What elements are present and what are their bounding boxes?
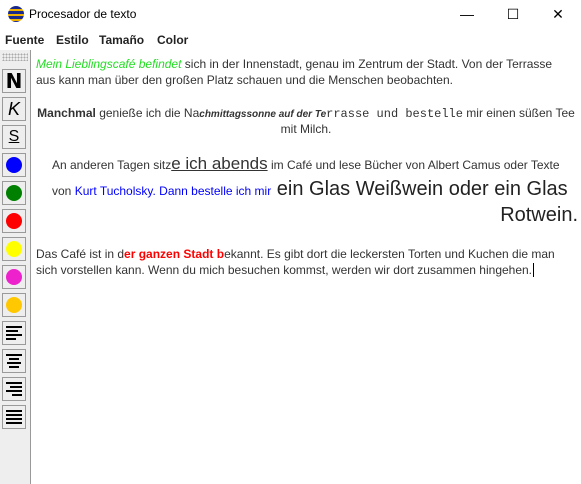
text-run: sich vorstellen kann. Wenn du mich besuc… — [36, 263, 533, 277]
yellow-circle-icon — [6, 241, 22, 257]
paragraph-3-line-2: von Kurt Tucholsky. Dann bestelle ich mi… — [52, 178, 568, 201]
menu-tamano[interactable]: Tamaño — [99, 33, 144, 47]
color-green-button[interactable] — [2, 181, 26, 205]
bold-italic-text: chmittagssonne auf der Te — [199, 109, 327, 120]
magenta-circle-icon — [6, 269, 22, 285]
minimize-button[interactable]: — — [444, 0, 490, 29]
justify-icon — [6, 410, 22, 424]
color-red-button[interactable] — [2, 209, 26, 233]
align-left-icon — [6, 326, 22, 340]
underlined-large-text: e ich abends — [171, 154, 268, 173]
color-orange-button[interactable] — [2, 293, 26, 317]
paragraph-3-line-3: Rotwein. — [500, 204, 578, 226]
green-italic-text: Mein Lieblingscafé befindet — [36, 57, 182, 71]
menu-estilo[interactable]: Estilo — [56, 33, 89, 47]
blue-text: Kurt Tucholsky. Dann bestelle ich mir — [74, 184, 272, 198]
text-run: im Café und lese Bücher von Albert Camus… — [267, 158, 560, 172]
large-text: ein Glas Weißwein oder ein Glas — [271, 178, 568, 200]
paragraph-1-line-1: Mein Lieblingscafé befindet sich in der … — [36, 57, 552, 71]
paragraph-3-line-1: An anderen Tagen sitze ich abends im Caf… — [52, 154, 560, 174]
orange-circle-icon — [6, 297, 22, 313]
blue-circle-icon — [6, 157, 22, 173]
red-bold-text: er ganzen Stadt b — [124, 247, 225, 261]
text-run: mir einen süßen Tee — [462, 106, 575, 120]
color-yellow-button[interactable] — [2, 237, 26, 261]
text-run: ekannt. Es gibt dort die leckersten Tort… — [224, 247, 555, 261]
paragraph-4-line-1: Das Café ist in der ganzen Stadt bekannt… — [36, 247, 555, 261]
maximize-button[interactable]: ☐ — [490, 0, 536, 29]
underline-button[interactable]: S — [2, 125, 26, 149]
color-magenta-button[interactable] — [2, 265, 26, 289]
align-left-button[interactable] — [2, 321, 26, 345]
italic-icon: K — [7, 98, 20, 119]
green-circle-icon — [6, 185, 22, 201]
menu-bar: Fuente Estilo Tamaño Color — [0, 29, 581, 49]
text-run: genieße ich die Na — [95, 106, 200, 120]
align-right-icon — [6, 382, 22, 396]
align-right-button[interactable] — [2, 377, 26, 401]
text-run: An anderen Tagen sitz — [52, 158, 172, 172]
color-blue-button[interactable] — [2, 153, 26, 177]
menu-color[interactable]: Color — [157, 33, 188, 47]
red-circle-icon — [6, 213, 22, 229]
text-run: Das Café ist in d — [36, 247, 125, 261]
toolbar-grip[interactable] — [2, 53, 28, 61]
justify-button[interactable] — [2, 405, 26, 429]
paragraph-2-line-2: mit Milch. — [280, 122, 332, 136]
align-center-icon — [6, 354, 22, 368]
bold-text: Manchmal — [37, 106, 96, 120]
bold-icon: N — [5, 69, 23, 93]
title-bar: Procesador de texto — ☐ ✕ — [0, 0, 581, 29]
text-cursor: ​ — [533, 263, 535, 277]
window-title: Procesador de texto — [29, 7, 137, 21]
paragraph-4-line-2: sich vorstellen kann. Wenn du mich besuc… — [36, 263, 535, 277]
text-editor[interactable]: Mein Lieblingscafé befindet sich in der … — [30, 50, 581, 484]
paragraph-1-line-2: aus kann man über den großen Platz schau… — [36, 73, 453, 87]
bold-button[interactable]: N — [2, 69, 26, 93]
text-run: sich in der Innenstadt, genau im Zentrum… — [181, 57, 553, 71]
paragraph-2-line-1: Manchmal genieße ich die Nachmittagssonn… — [36, 106, 576, 121]
monospace-text: rrasse und bestelle — [326, 107, 463, 121]
menu-fuente[interactable]: Fuente — [5, 33, 44, 47]
app-icon — [8, 6, 24, 22]
italic-button[interactable]: K — [2, 97, 26, 121]
underline-icon: S — [8, 128, 20, 145]
format-toolbar: N K S — [0, 50, 30, 484]
text-run: von — [52, 184, 75, 198]
align-center-button[interactable] — [2, 349, 26, 373]
close-button[interactable]: ✕ — [535, 0, 581, 29]
